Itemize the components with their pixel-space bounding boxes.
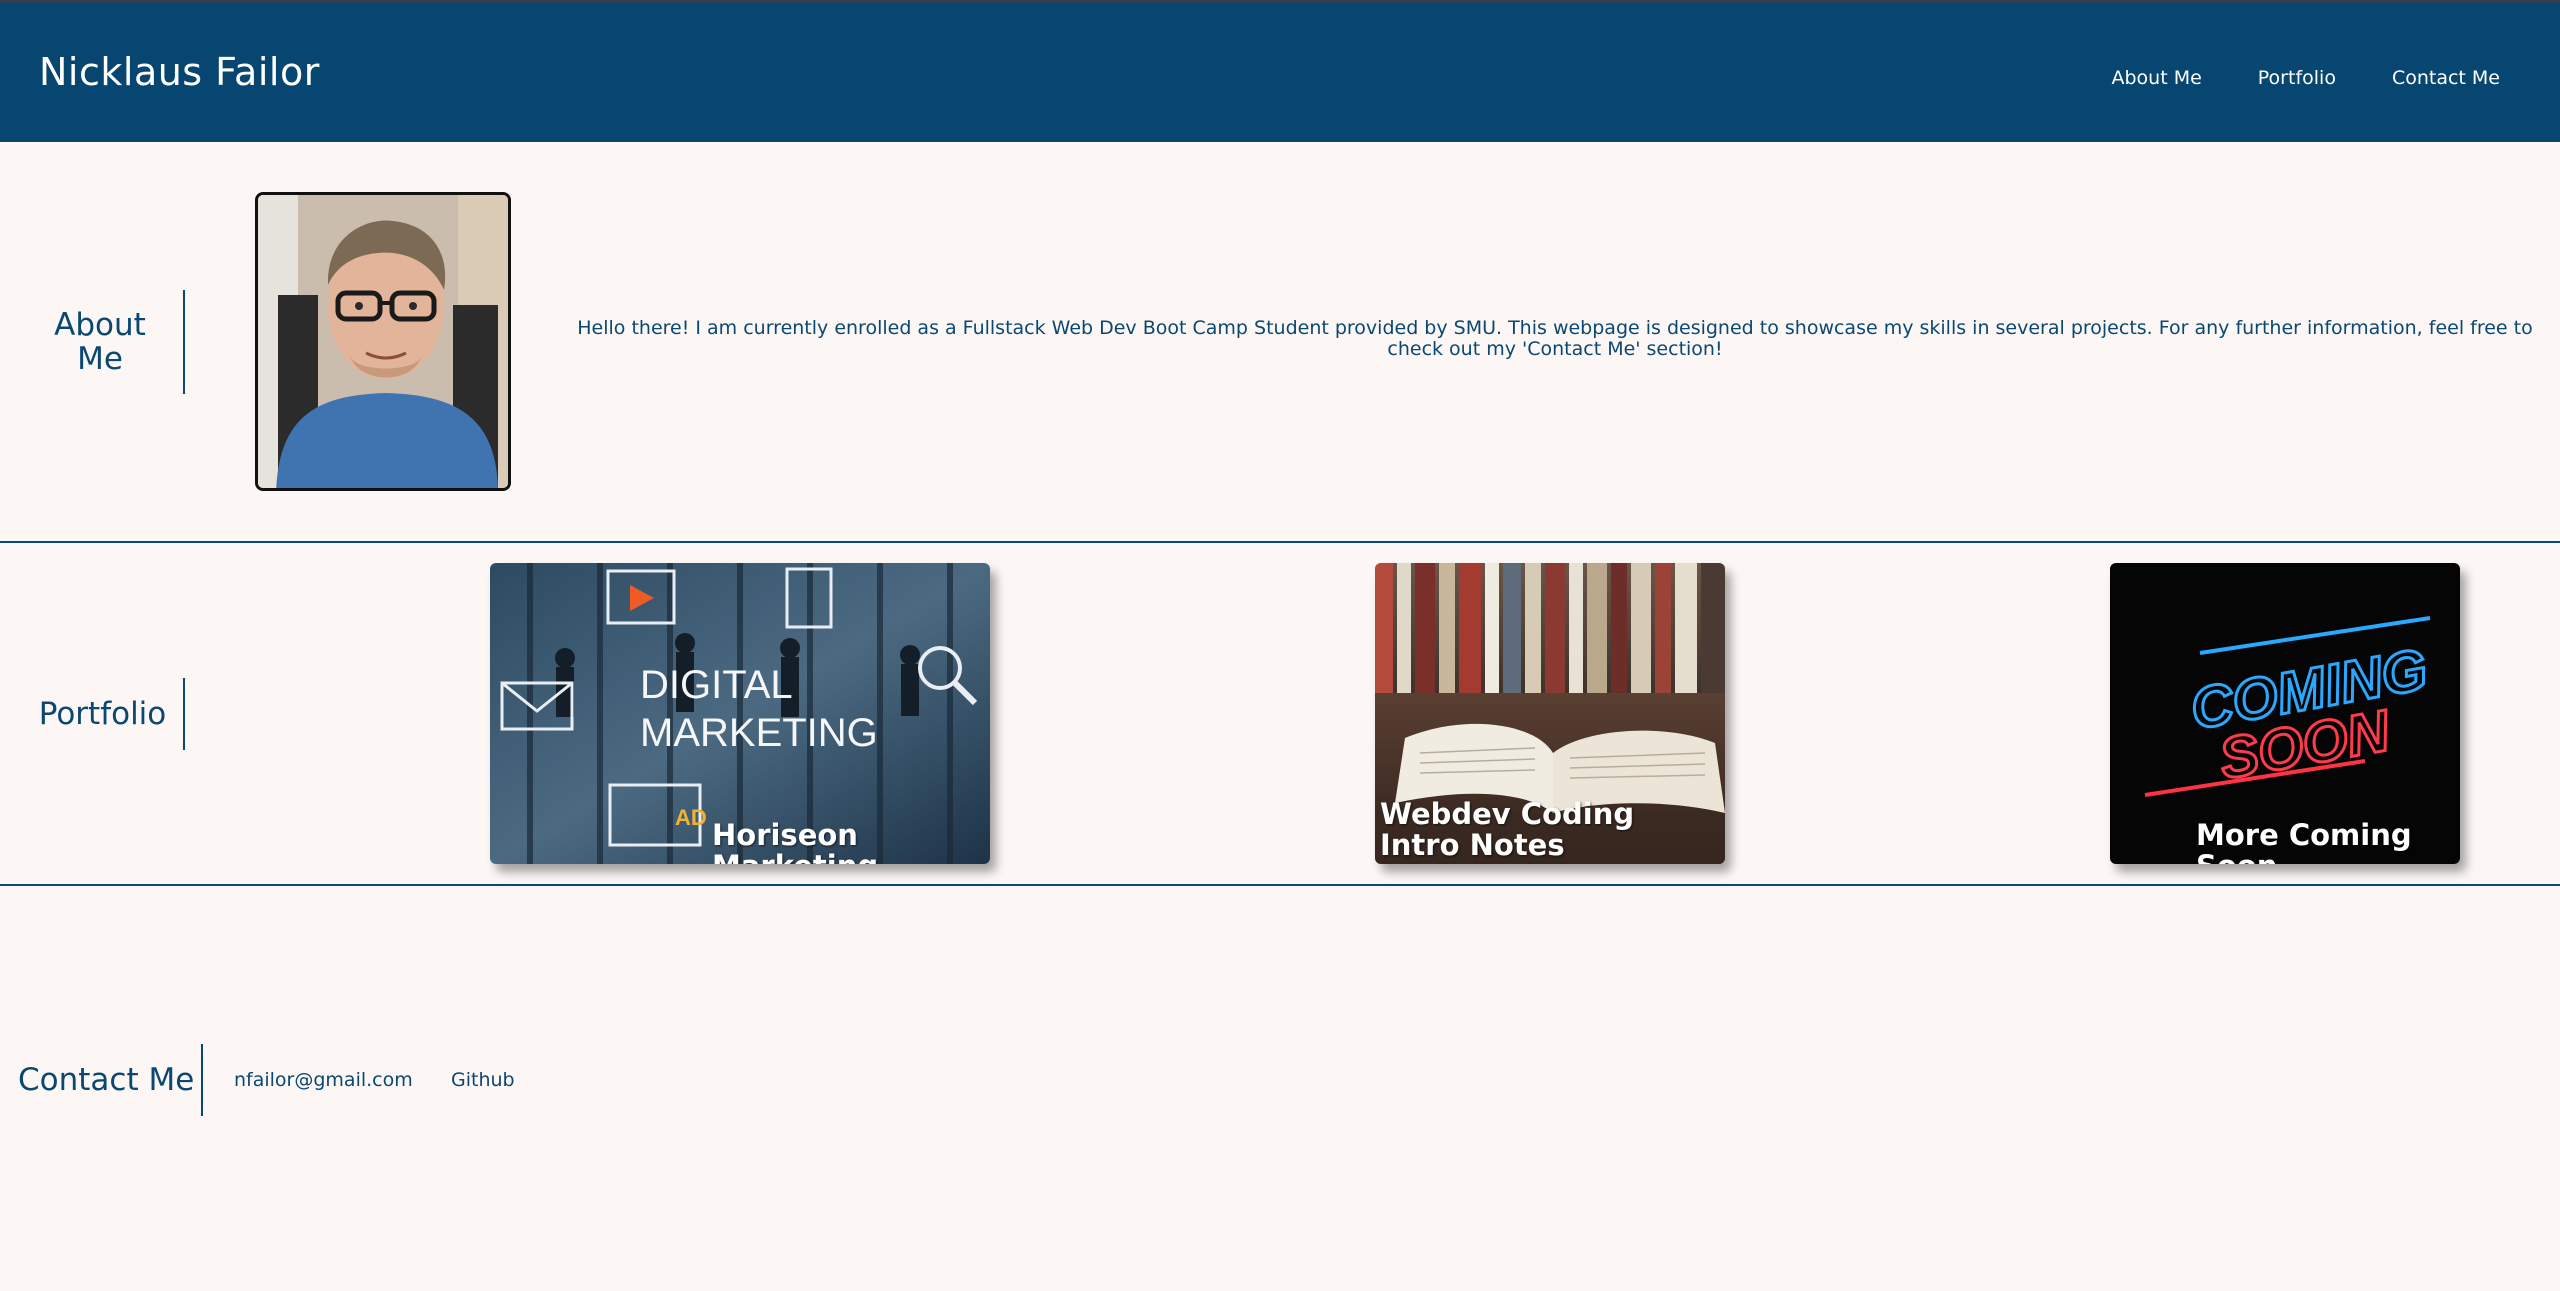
image-text-digital: DIGITAL [640,663,793,707]
card-caption-webdev-notes: Webdev Coding Intro Notes [1380,797,1635,862]
about-heading: About Me [40,308,160,376]
profile-photo [255,192,511,491]
site-header: Nicklaus Failor About Me Portfolio Conta… [0,0,2560,142]
portfolio-card-coming-soon[interactable]: COMING SOON More Coming Soon [2110,563,2460,864]
github-link[interactable]: Github [451,1069,515,1091]
about-description: Hello there! I am currently enrolled as … [577,317,2533,360]
site-title: Nicklaus Failor [39,50,320,94]
card-caption-horiseon: Horiseon Marketing [712,818,878,865]
portrait-image [258,195,508,488]
image-text-marketing: MARKETING [640,711,878,755]
nav-contact-me[interactable]: Contact Me [2392,67,2500,89]
main-nav: About Me Portfolio Contact Me [2055,67,2500,89]
nav-portfolio[interactable]: Portfolio [2258,67,2336,89]
about-divider-line [183,290,185,394]
section-divider-1 [0,541,2560,543]
portfolio-heading: Portfolio [38,696,167,732]
section-divider-2 [0,884,2560,886]
email-link[interactable]: nfailor@gmail.com [234,1069,413,1091]
contact-divider-line [201,1044,203,1116]
portfolio-divider-line [183,678,185,750]
portfolio-card-webdev-notes[interactable]: Webdev Coding Intro Notes [1375,563,1725,864]
about-heading-line1: About [54,307,146,343]
nav-about-me[interactable]: About Me [2111,67,2201,89]
svg-text:AD: AD [675,805,707,830]
portfolio-card-horiseon[interactable]: AD DIGITAL MARKETING Horiseon Marketing [490,563,990,864]
about-heading-line2: Me [77,341,123,377]
card-caption-coming-soon: More Coming Soon [2196,818,2412,865]
contact-heading: Contact Me [18,1062,195,1098]
